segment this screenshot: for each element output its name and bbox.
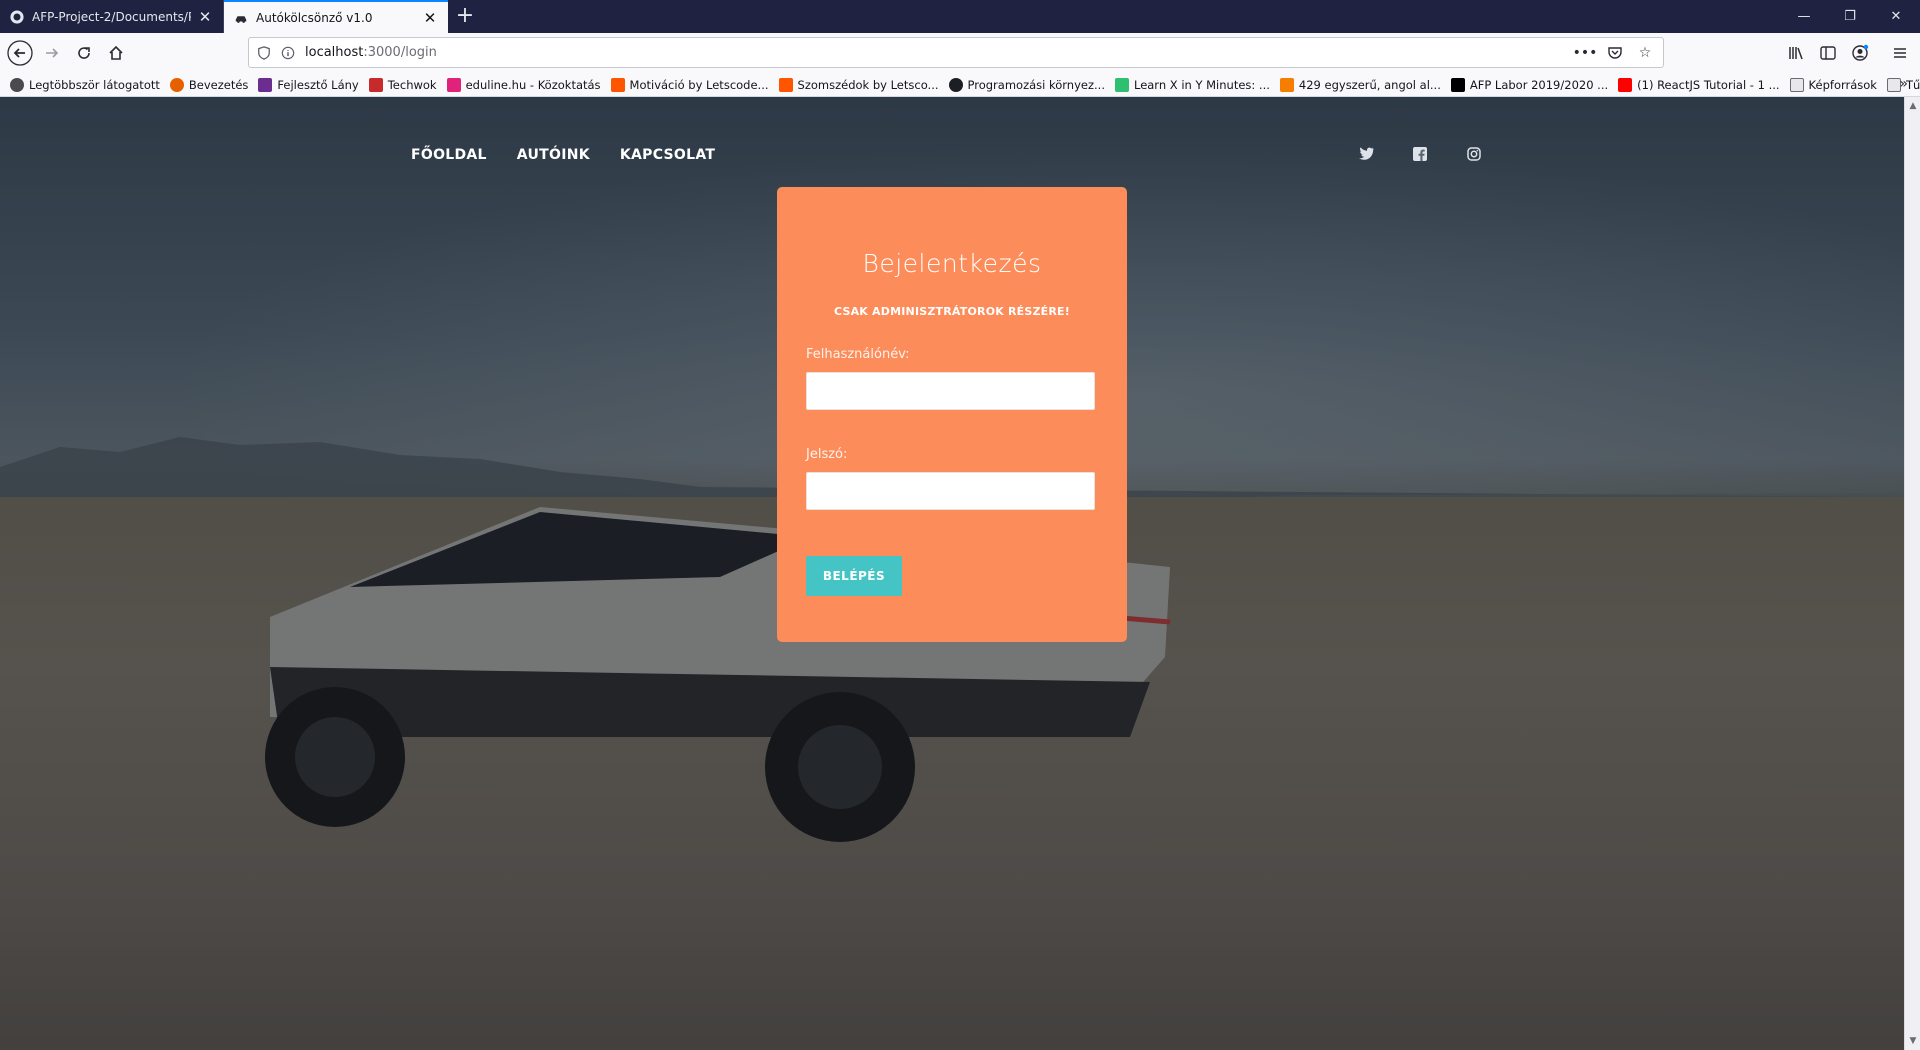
bookmark-item[interactable]: AFP Labor 2019/2020 ...: [1450, 77, 1609, 92]
github-icon: [10, 9, 24, 24]
bookmark-e-icon: [446, 77, 461, 92]
page-actions-icon[interactable]: •••: [1573, 41, 1598, 65]
library-icon[interactable]: [1782, 39, 1810, 67]
nav-link-cars[interactable]: AUTÓINK: [517, 147, 590, 163]
bookmark-star-icon[interactable]: ☆: [1633, 41, 1657, 65]
tab-title: AFP-Project-2/Documents/Pict: [32, 9, 191, 24]
new-tab-plus-icon[interactable]: +: [452, 4, 478, 30]
bookmark-label: Fejlesztő Lány: [277, 77, 359, 92]
password-label: Jelszó:: [806, 447, 848, 462]
account-icon[interactable]: [1846, 39, 1874, 67]
restore-icon[interactable]: ❐: [1827, 0, 1873, 33]
back-arrow-icon[interactable]: [6, 39, 34, 67]
site-navigation: FŐOLDAL AUTÓINK KAPCSOLAT: [411, 147, 715, 163]
github-icon: [948, 77, 963, 92]
bookmark-label: Legtöbbször látogatott: [29, 77, 160, 92]
youtube-icon: [1618, 77, 1633, 92]
facebook-icon[interactable]: [1410, 144, 1430, 164]
instagram-icon[interactable]: [1464, 144, 1484, 164]
bookmark-item[interactable]: Szomszédok by Letsco...: [778, 77, 939, 92]
tab-title: Autókölcsönző v1.0: [256, 10, 373, 25]
bookmark-label: Szomszédok by Letsco...: [797, 77, 939, 92]
bookmark-x-icon: [1114, 77, 1129, 92]
bookmark-label: AFP Labor 2019/2020 ...: [1469, 77, 1609, 92]
blogger-icon: [1279, 77, 1294, 92]
bookmark-label: Bevezetés: [188, 77, 249, 92]
url-path: :3000/login: [363, 45, 437, 60]
firefox-icon: [169, 77, 184, 92]
page-viewport: FŐOLDAL AUTÓINK KAPCSOLAT Bejelentkezés …: [0, 97, 1904, 1050]
nav-link-contact[interactable]: KAPCSOLAT: [620, 147, 715, 163]
tab-close-icon[interactable]: ✕: [422, 9, 438, 27]
url-text: localhost:3000/login: [305, 45, 437, 60]
twitter-icon[interactable]: [1356, 144, 1376, 164]
bookmark-f-icon: [258, 77, 273, 92]
page-scrollbar[interactable]: ▲ ▼: [1904, 97, 1920, 1050]
tab-strip: AFP-Project-2/Documents/Pict ✕ Autókölcs…: [0, 0, 1920, 33]
bookmark-label: Techwok: [387, 77, 437, 92]
scroll-up-arrow-icon[interactable]: ▲: [1908, 101, 1918, 111]
tab-close-icon[interactable]: ✕: [197, 8, 213, 26]
password-input[interactable]: [806, 472, 1095, 510]
login-title: Bejelentkezés: [862, 249, 1042, 278]
url-host: localhost: [305, 45, 364, 60]
bookmark-item[interactable]: Learn X in Y Minutes: ...: [1114, 77, 1270, 92]
admin-only-notice: CSAK ADMINISZTRÁTOROK RÉSZÉRE!: [833, 305, 1070, 318]
bookmark-label: Motiváció by Letscode...: [629, 77, 769, 92]
bookmarks-toolbar: Legtöbbször látogatott Bevezetés Fejlesz…: [0, 73, 1920, 97]
home-icon[interactable]: [102, 39, 130, 67]
navigation-toolbar: localhost:3000/login ••• ☆: [0, 33, 1920, 73]
login-button[interactable]: BELÉPÉS: [806, 556, 902, 596]
bookmark-item[interactable]: Programozási környez...: [948, 77, 1105, 92]
tab-github[interactable]: AFP-Project-2/Documents/Pict ✕: [0, 0, 224, 33]
hamburger-menu-icon[interactable]: [1886, 39, 1914, 67]
bookmarks-overflow-icon[interactable]: »: [1899, 76, 1908, 92]
folder-icon: [1789, 77, 1804, 92]
sidebar-icon[interactable]: [1814, 39, 1842, 67]
username-label: Felhasználónév:: [806, 347, 910, 362]
bookmark-item[interactable]: Legtöbbször látogatott: [10, 77, 160, 92]
login-card: Bejelentkezés CSAK ADMINISZTRÁTOROK RÉSZ…: [777, 187, 1127, 642]
pocket-icon[interactable]: [1603, 41, 1627, 65]
bookmark-item[interactable]: 429 egyszerű, angol al...: [1279, 77, 1441, 92]
gear-icon: [10, 77, 24, 92]
bookmark-item[interactable]: Motiváció by Letscode...: [610, 77, 769, 92]
bookmark-item[interactable]: Képforrások: [1789, 77, 1877, 92]
bookmark-label: Képforrások: [1808, 77, 1877, 92]
minimize-icon[interactable]: —: [1781, 0, 1827, 33]
bookmark-label: 429 egyszerű, angol al...: [1298, 77, 1441, 92]
bookmark-label: Programozási környez...: [967, 77, 1105, 92]
notion-icon: [1450, 77, 1465, 92]
soundcloud-icon: [610, 77, 625, 92]
forward-arrow-icon[interactable]: [38, 39, 66, 67]
bookmark-item[interactable]: Techwok: [368, 77, 437, 92]
bookmark-label: (1) ReactJS Tutorial - 1 ...: [1637, 77, 1780, 92]
bookmark-label: eduline.hu - Közoktatás: [465, 77, 601, 92]
nav-link-home[interactable]: FŐOLDAL: [411, 147, 487, 163]
reload-icon[interactable]: [70, 39, 98, 67]
address-bar[interactable]: localhost:3000/login ••• ☆: [248, 37, 1664, 68]
car-icon: [234, 11, 248, 25]
bookmark-item[interactable]: (1) ReactJS Tutorial - 1 ...: [1618, 77, 1780, 92]
tracking-shield-icon[interactable]: [255, 44, 273, 62]
bookmark-item[interactable]: Bevezetés: [169, 77, 249, 92]
window-close-icon[interactable]: ✕: [1873, 0, 1919, 33]
scroll-down-arrow-icon[interactable]: ▼: [1908, 1036, 1918, 1046]
bookmark-label: Tűzoltós: [1905, 77, 1920, 92]
bookmark-item[interactable]: eduline.hu - Közoktatás: [446, 77, 601, 92]
site-info-icon[interactable]: [279, 44, 297, 62]
bookmark-label: Learn X in Y Minutes: ...: [1133, 77, 1270, 92]
soundcloud-icon: [778, 77, 793, 92]
bookmark-item[interactable]: Fejlesztő Lány: [258, 77, 359, 92]
tab-autokolcsonzo[interactable]: Autókölcsönző v1.0 ✕: [224, 0, 448, 33]
bookmark-t-icon: [368, 77, 383, 92]
username-input[interactable]: [806, 372, 1095, 410]
